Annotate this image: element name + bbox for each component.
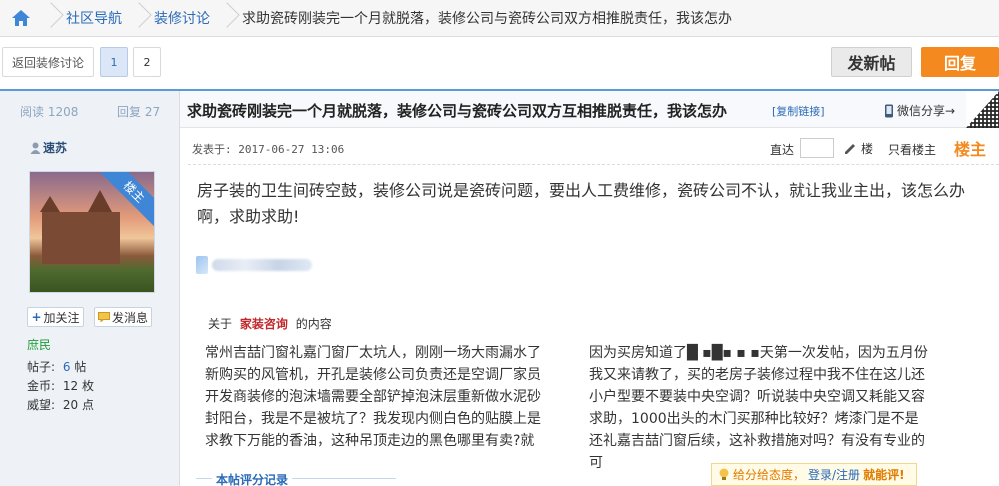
thread-title: 求助瓷砖刚装完一个月就脱落，装修公司与瓷砖公司双方互相推脱责任，我该怎办 bbox=[187, 102, 728, 120]
breadcrumb-separator bbox=[42, 0, 52, 36]
post-timestamp: 发表于: 2017-06-27 13:06 bbox=[192, 143, 345, 156]
page-2-button[interactable]: 2 bbox=[133, 47, 161, 77]
copy-link-button[interactable]: [复制链接] bbox=[772, 103, 825, 119]
rating-tip-suffix: 就能评! bbox=[863, 468, 905, 482]
coins-value: 12 bbox=[62, 379, 79, 393]
breadcrumb-current-thread: 求助瓷砖刚装完一个月就脱落，装修公司与瓷砖公司双方相推脱责任，我该怎办 bbox=[242, 11, 732, 27]
wechat-share-button[interactable]: 微信分享→ bbox=[884, 102, 955, 119]
breadcrumb: 社区导航 装修讨论 求助瓷砖刚装完一个月就脱落，装修公司与瓷砖公司双方相推脱责任… bbox=[0, 0, 999, 37]
blurred-attachment-link[interactable] bbox=[196, 256, 312, 274]
send-message-button[interactable]: 发消息 bbox=[94, 307, 152, 327]
follow-label: 加关注 bbox=[43, 310, 80, 325]
rating-tip: 给分给态度， 登录/注册 就能评! bbox=[711, 463, 917, 486]
thread-stats: 阅读 1208 回复 27 bbox=[0, 91, 180, 128]
related-prefix: 关于 bbox=[208, 317, 233, 331]
new-post-button[interactable]: 发新帖 bbox=[831, 47, 912, 77]
breadcrumb-separator bbox=[218, 0, 228, 36]
rating-tip-text: 给分给态度， bbox=[733, 468, 806, 482]
floor-label: 楼 bbox=[861, 142, 874, 156]
read-count: 阅读 1208 bbox=[20, 105, 79, 119]
posts-value[interactable]: 6 bbox=[63, 360, 71, 374]
message-icon bbox=[97, 312, 110, 322]
related-links-left[interactable]: 常州吉喆门窗礼嘉门窗厂太坑人，刚刚一场大雨漏水了新购买的风管机，开孔是装修公司负… bbox=[205, 342, 550, 452]
author-name: 速苏 bbox=[43, 141, 68, 155]
lightbulb-icon bbox=[719, 468, 729, 480]
back-to-forum-button[interactable]: 返回装修讨论 bbox=[2, 47, 94, 77]
avatar-castle-image bbox=[42, 212, 120, 264]
avatar[interactable]: 楼主 bbox=[29, 171, 155, 293]
attachment-icon bbox=[196, 256, 208, 274]
phone-icon bbox=[885, 104, 893, 117]
breadcrumb-separator bbox=[130, 0, 140, 36]
qr-corner-fold bbox=[966, 91, 999, 128]
thread-toolbar: 返回装修讨论 1 2 发新帖 回复 bbox=[0, 44, 999, 84]
related-keyword-link[interactable]: 家装咨询 bbox=[240, 317, 288, 331]
jump-label: 直达 bbox=[770, 143, 795, 157]
plus-icon: + bbox=[31, 310, 42, 324]
blurred-text bbox=[212, 259, 312, 271]
related-links-right[interactable]: 因为买房知道了█ ▪█▪ ▪ ▪天第一次发帖，因为五月份我又来请教了，买的老房子… bbox=[589, 342, 931, 474]
related-suffix: 的内容 bbox=[295, 317, 332, 331]
posts-unit: 帖 bbox=[74, 360, 87, 374]
post-body: 房子装的卫生间砖空鼓，装修公司说是瓷砖问题，要出人工费维修，瓷砖公司不认，就让我… bbox=[197, 181, 966, 226]
prestige-unit: 点 bbox=[81, 398, 94, 412]
prestige-label: 威望: bbox=[27, 398, 56, 412]
reply-count: 回复 27 bbox=[117, 105, 161, 119]
user-rank[interactable]: 庶民 bbox=[27, 336, 51, 353]
page-1-button[interactable]: 1 bbox=[100, 47, 128, 77]
pen-icon bbox=[845, 143, 855, 154]
author-panel: 速苏 楼主 + 加关注 发消息 庶民 帖子: 6 帖 金币: 12 枚 威望: … bbox=[0, 128, 180, 486]
send-message-label: 发消息 bbox=[111, 310, 148, 325]
follow-button[interactable]: + 加关注 bbox=[27, 307, 84, 327]
reply-button[interactable]: 回复 bbox=[921, 47, 999, 77]
prestige-value: 20 bbox=[62, 398, 79, 412]
author-name-link[interactable]: 速苏 bbox=[30, 139, 67, 156]
jump-to-floor-input[interactable] bbox=[800, 138, 834, 158]
wechat-share-label: 微信分享→ bbox=[897, 104, 956, 118]
only-op-link[interactable]: 只看楼主 bbox=[888, 141, 936, 158]
floor-link[interactable]: 楼 bbox=[843, 140, 873, 157]
meta-divider bbox=[188, 164, 999, 165]
post-header: 阅读 1208 回复 27 求助瓷砖刚装完一个月就脱落，装修公司与瓷砖公司双方互… bbox=[0, 89, 999, 128]
coins-label: 金币: bbox=[27, 379, 56, 393]
user-icon bbox=[30, 142, 41, 154]
login-register-link[interactable]: 登录/注册 bbox=[808, 466, 860, 483]
prestige-count: 威望: 20 点 bbox=[27, 396, 94, 413]
breadcrumb-decoration-forum[interactable]: 装修讨论 bbox=[140, 8, 218, 28]
posts-label: 帖子: bbox=[27, 360, 56, 374]
home-icon[interactable] bbox=[0, 0, 42, 36]
breadcrumb-community-nav[interactable]: 社区导航 bbox=[52, 8, 130, 28]
posts-count: 帖子: 6 帖 bbox=[27, 358, 86, 375]
op-floor-tag: 楼主 bbox=[954, 140, 987, 159]
rating-section-title: 本帖评分记录 bbox=[212, 471, 293, 486]
coins-count: 金币: 12 枚 bbox=[27, 377, 94, 394]
related-content-heading: 关于 家装咨询 的内容 bbox=[208, 315, 332, 332]
coins-unit: 枚 bbox=[81, 379, 94, 393]
